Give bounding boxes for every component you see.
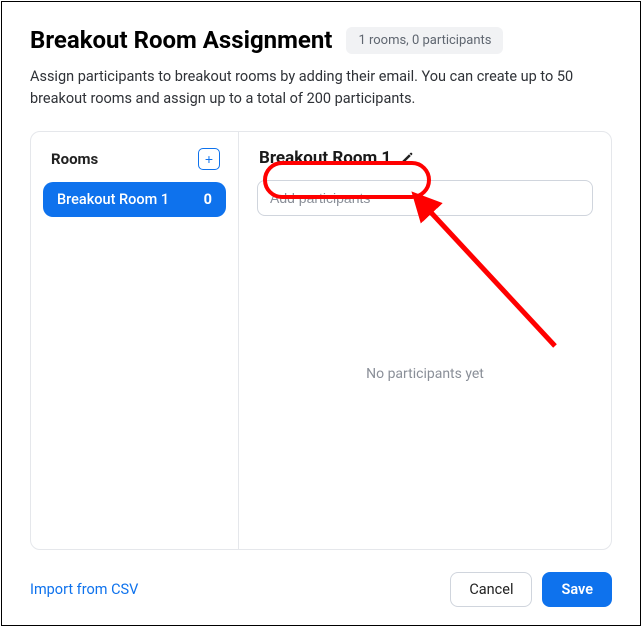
plus-icon: + xyxy=(205,152,213,166)
breakout-assignment-modal: Breakout Room Assignment 1 rooms, 0 part… xyxy=(1,1,641,626)
rooms-label: Rooms xyxy=(51,150,98,168)
no-participants-text: No participants yet xyxy=(257,366,593,382)
rooms-header: Rooms + xyxy=(43,148,226,182)
rooms-count-badge: 1 rooms, 0 participants xyxy=(346,27,503,54)
room-title-row: Breakout Room 1 xyxy=(257,148,593,168)
panels: Rooms + Breakout Room 1 0 Breakout Room … xyxy=(30,131,612,550)
add-room-button[interactable]: + xyxy=(198,148,220,170)
room-detail-panel: Breakout Room 1 No participants yet xyxy=(239,132,611,549)
page-title: Breakout Room Assignment xyxy=(30,26,332,54)
description-text: Assign participants to breakout rooms by… xyxy=(30,66,612,111)
add-participants-input[interactable] xyxy=(257,180,593,216)
cancel-button[interactable]: Cancel xyxy=(450,572,532,607)
rooms-panel: Rooms + Breakout Room 1 0 xyxy=(31,132,239,549)
footer-buttons: Cancel Save xyxy=(450,572,612,607)
footer: Import from CSV Cancel Save xyxy=(30,572,612,607)
save-button[interactable]: Save xyxy=(542,572,612,607)
room-item-count: 0 xyxy=(204,191,212,208)
pencil-icon[interactable] xyxy=(399,151,413,165)
room-item-name: Breakout Room 1 xyxy=(57,191,169,208)
header: Breakout Room Assignment 1 rooms, 0 part… xyxy=(30,26,612,54)
room-list-item[interactable]: Breakout Room 1 0 xyxy=(43,182,226,217)
room-detail-title: Breakout Room 1 xyxy=(259,148,391,168)
import-csv-link[interactable]: Import from CSV xyxy=(30,581,138,598)
